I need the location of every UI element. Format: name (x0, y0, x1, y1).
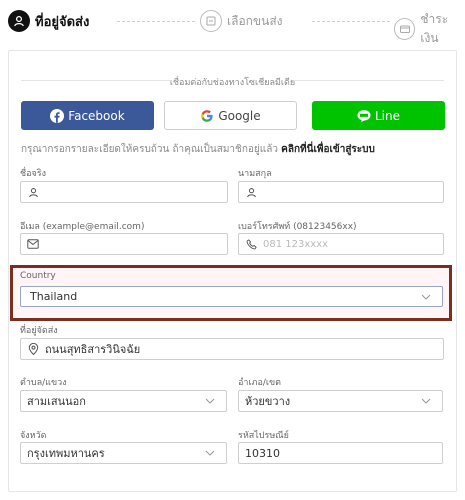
chevron-down-icon (421, 294, 431, 300)
card-icon (394, 18, 416, 40)
district-select[interactable]: ห้วยขวาง (238, 390, 443, 412)
chevron-down-icon (421, 398, 431, 404)
user-icon (27, 186, 39, 198)
checkout-stepper: ที่อยู่จัดส่ง เลือกขนส่ง ชำระเงิน (0, 0, 465, 45)
step-label: เลือกขนส่ง (227, 13, 283, 28)
province-value: กรุงเทพมหานคร (27, 447, 105, 460)
facebook-login-button[interactable]: Facebook (21, 101, 154, 130)
chevron-down-icon (205, 398, 215, 404)
last-name-label: นามสกุล (238, 169, 272, 179)
country-label: Country (20, 271, 56, 281)
step-shipping-address[interactable]: ที่อยู่จัดส่ง (8, 10, 89, 32)
postcode-value: 10310 (245, 446, 280, 460)
email-field[interactable] (20, 233, 228, 255)
login-link[interactable]: คลิกที่นี่เพื่อเข้าสู่ระบบ (281, 144, 375, 155)
district-value: ห้วยขวาง (245, 395, 291, 408)
province-label: จังหวัด (20, 431, 47, 441)
step-label: ที่อยู่จัดส่ง (35, 14, 90, 30)
chevron-down-icon (205, 450, 215, 456)
phone-field[interactable]: 081 123xxxx (238, 233, 444, 255)
province-select[interactable]: กรุงเทพมหานคร (20, 442, 227, 464)
country-select[interactable]: Thailand (20, 286, 443, 307)
address-label: ที่อยู่จัดส่ง (20, 326, 58, 336)
line-label: Line (374, 108, 400, 123)
postcode-field[interactable]: 10310 (238, 442, 443, 464)
first-name-field[interactable] (20, 181, 228, 203)
last-name-field[interactable] (238, 181, 444, 203)
step-payment[interactable]: ชำระเงิน (394, 10, 465, 48)
address-value: ถนนสุทธิสารวินิจฉัย (45, 343, 141, 356)
phone-label: เบอร์โทรศัพท์ (08123456xx) (238, 222, 357, 232)
postcode-label: รหัสไปรษณีย์ (238, 431, 289, 441)
step-divider (117, 21, 195, 22)
address-field[interactable]: ถนนสุทธิสารวินิจฉัย (20, 338, 444, 360)
user-icon (245, 186, 257, 198)
login-hint: กรุณากรอกรายละเอียดให้ครบถ้วน ถ้าคุณเป็น… (21, 142, 375, 157)
user-icon (8, 10, 30, 32)
district-label: อำเภอ/เขต (238, 378, 281, 388)
mail-icon (27, 238, 39, 250)
country-value: Thailand (30, 290, 78, 303)
truck-icon (200, 10, 222, 32)
google-login-button[interactable]: Google (164, 101, 297, 130)
phone-placeholder: 081 123xxxx (263, 238, 329, 250)
location-pin-icon (27, 343, 39, 355)
subdistrict-select[interactable]: สามเสนนอก (20, 390, 227, 412)
step-shipping-method[interactable]: เลือกขนส่ง (200, 10, 283, 32)
google-icon (200, 109, 214, 123)
first-name-label: ชื่อจริง (20, 169, 47, 179)
step-divider (312, 21, 390, 22)
login-hint-text: กรุณากรอกรายละเอียดให้ครบถ้วน ถ้าคุณเป็น… (21, 144, 278, 155)
facebook-icon (50, 108, 65, 123)
subdistrict-value: สามเสนนอก (27, 395, 86, 408)
email-label: อีเมล (example@email.com) (20, 222, 145, 232)
google-label: Google (218, 108, 261, 123)
subdistrict-label: ตำบล/แขวง (20, 378, 67, 388)
line-icon (357, 109, 371, 123)
social-connect-title: เชื่อมต่อกับช่องทางโซเชียลมีเดีย (9, 75, 456, 89)
line-login-button[interactable]: Line (312, 101, 445, 130)
step-label: ชำระเงิน (420, 12, 449, 45)
phone-icon (245, 238, 257, 250)
facebook-label: Facebook (68, 108, 125, 123)
